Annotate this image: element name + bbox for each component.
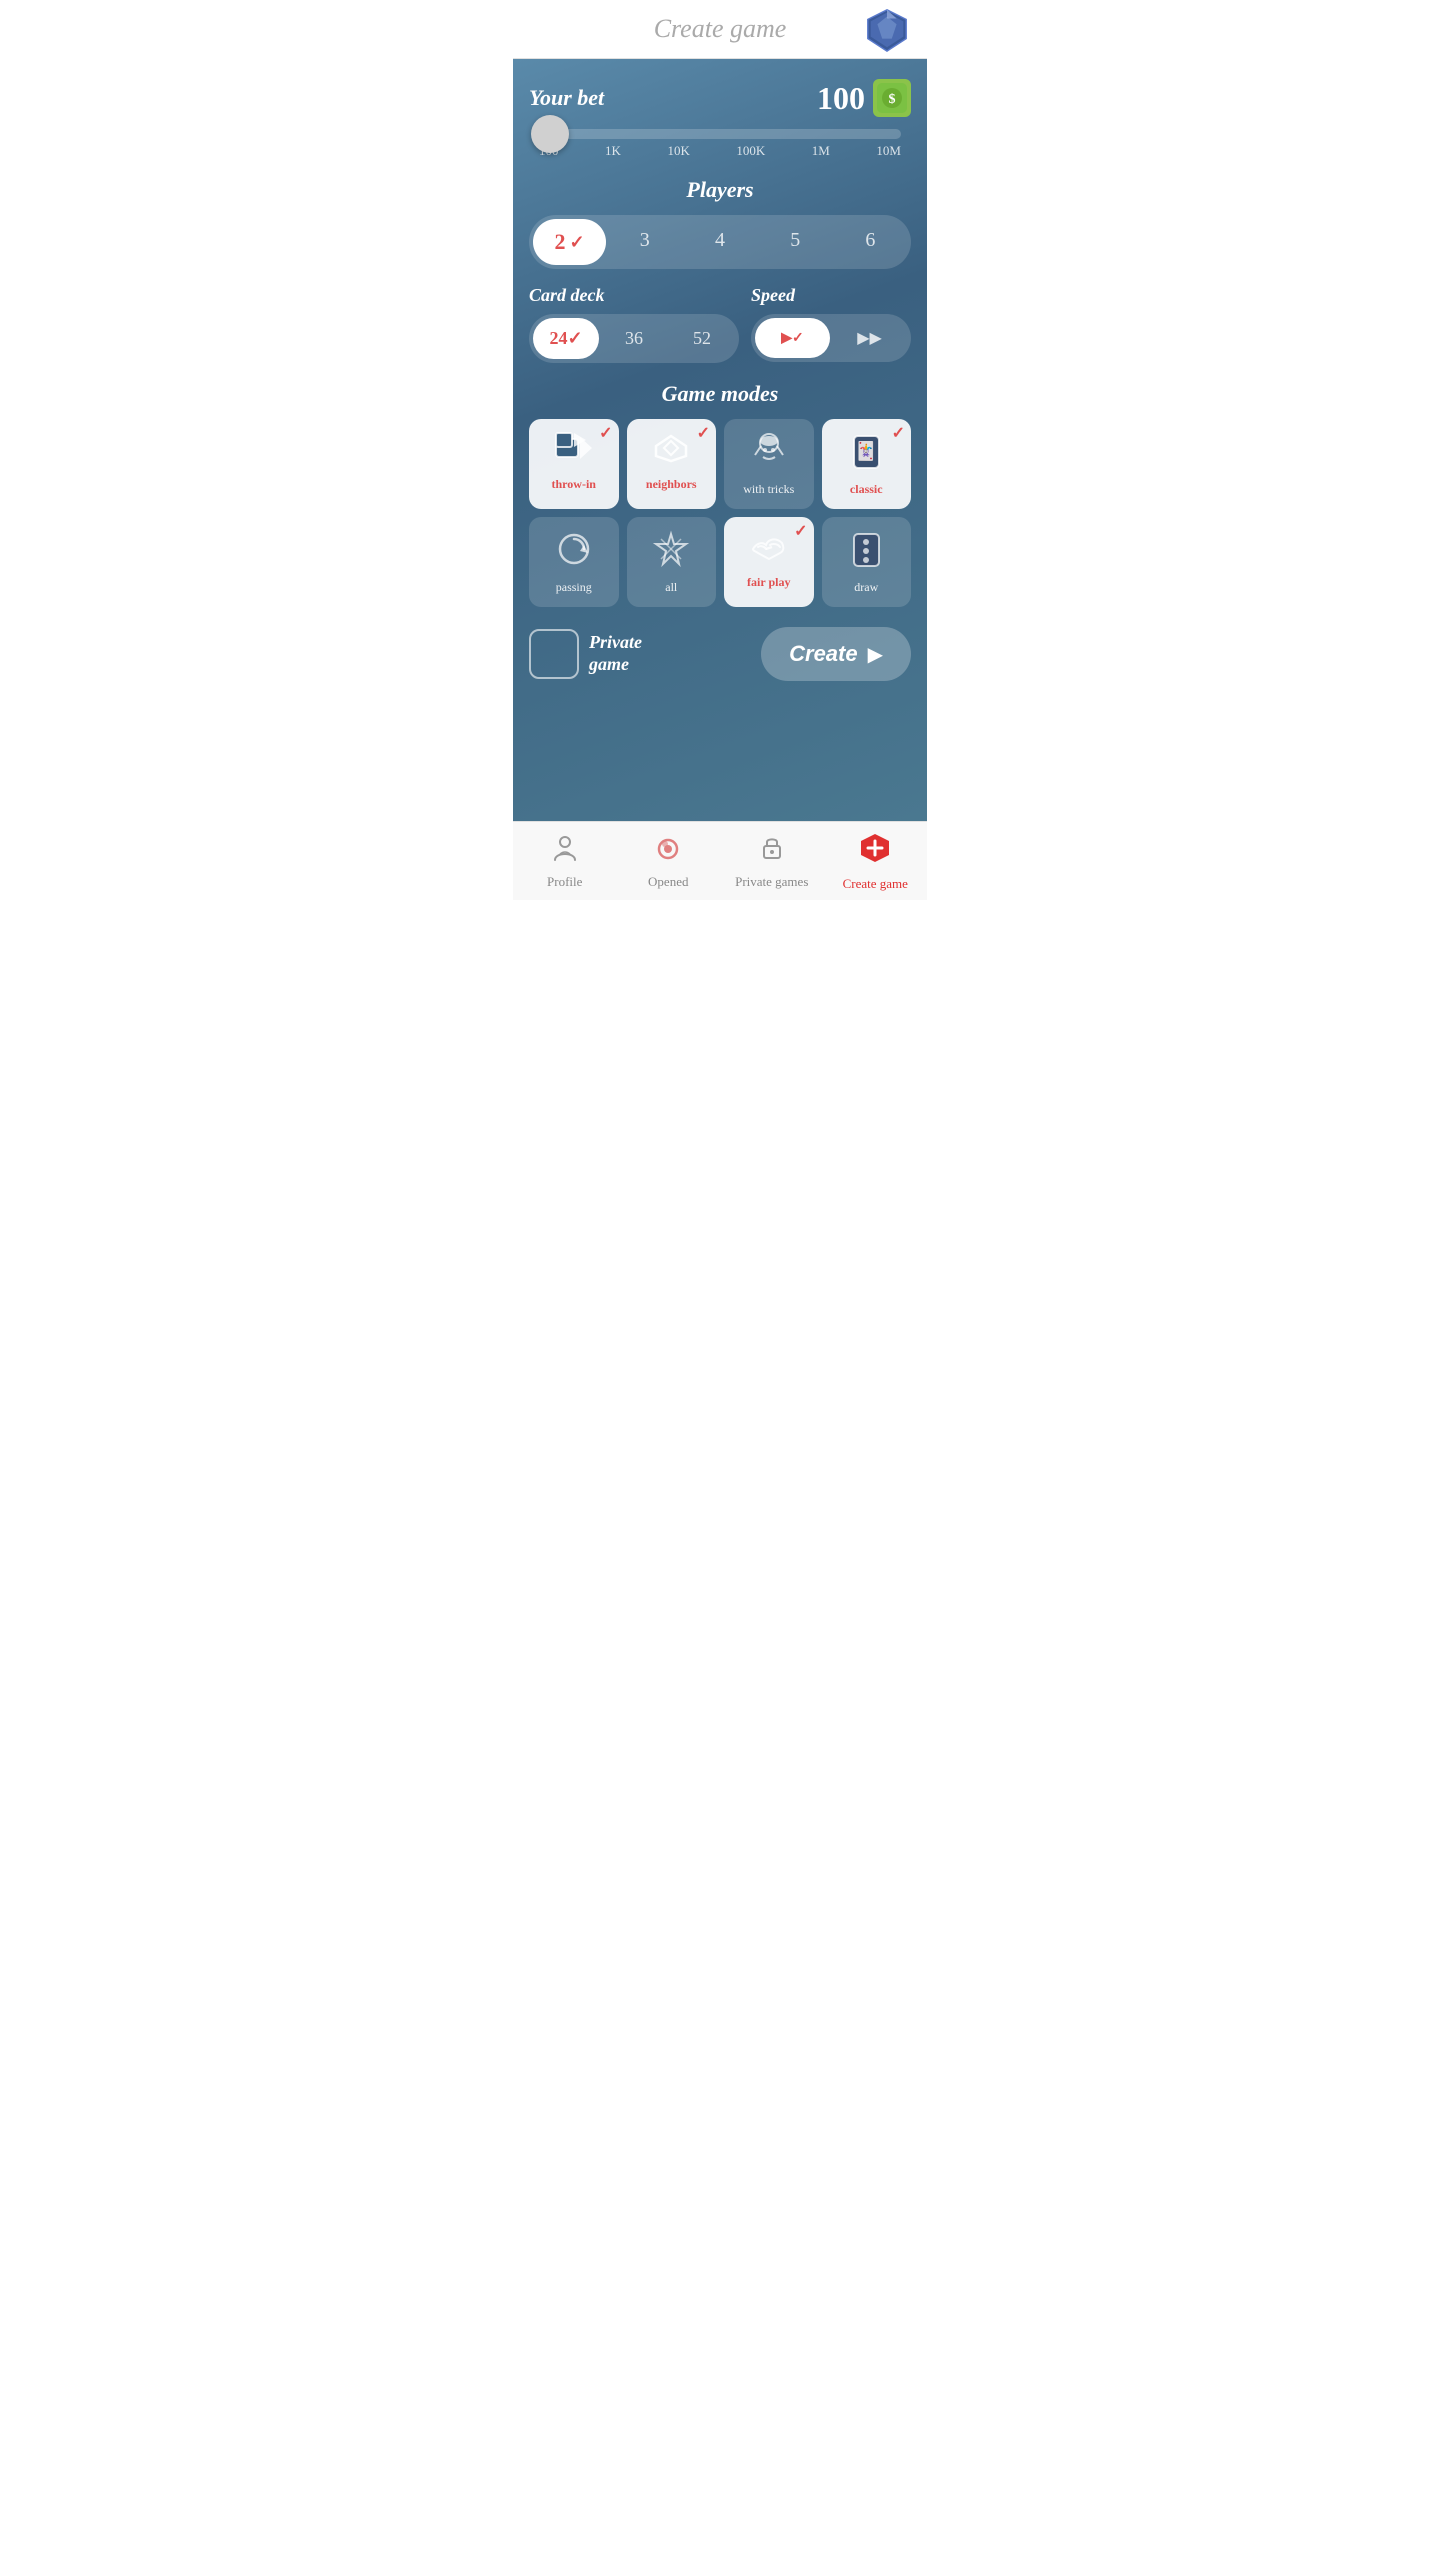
players-option-4[interactable]: 4 [683,219,756,265]
passing-label: passing [556,580,592,595]
mode-neighbors[interactable]: ✓ neighbors [627,419,717,509]
bet-coin-icon: $ [873,79,911,117]
bottom-nav: Profile Opened Private games [513,821,927,900]
players-option-3[interactable]: 3 [608,219,681,265]
mode-classic[interactable]: ✓ 🃏 classic [822,419,912,509]
main-content: Your bet 100 $ 100 1K 10K 100K 1M 10M [513,59,927,821]
speed-section: Speed ▶✓ ▶▶ [751,285,911,363]
classic-label: classic [850,482,883,497]
deck-section: Card deck 24✓ 36 52 [529,285,739,363]
mode-with-tricks[interactable]: with tricks [724,419,814,509]
app-header: Create game [513,0,927,59]
speed-option-normal[interactable]: ▶✓ [755,318,830,358]
check-throw-in: ✓ [599,423,612,443]
deck-title: Card deck [529,285,739,306]
deck-speed-section: Card deck 24✓ 36 52 Speed ▶✓ ▶▶ [529,285,911,363]
deck-option-36[interactable]: 36 [601,318,667,359]
players-option-5[interactable]: 5 [759,219,832,265]
mode-passing[interactable]: passing [529,517,619,607]
create-button-arrow: ▶ [868,642,883,667]
players-selector: 2 ✓ 3 4 5 6 [529,215,911,269]
private-game-section: Privategame [529,629,642,679]
bet-slider[interactable]: 100 1K 10K 100K 1M 10M [529,129,911,159]
throw-in-icon [554,431,594,471]
all-label: all [665,580,677,595]
speed-title: Speed [751,285,911,306]
slider-label-1k: 1K [605,143,621,159]
players-option-6[interactable]: 6 [834,219,907,265]
draw-label: draw [854,580,878,595]
check-neighbors: ✓ [697,423,710,443]
nav-opened[interactable]: Opened [617,832,721,892]
neighbors-icon [651,431,691,471]
create-button-label: Create [789,641,857,667]
neighbors-label: neighbors [646,477,697,492]
private-games-label: Private games [735,874,808,890]
private-games-icon [757,832,787,870]
speed-option-fast[interactable]: ▶▶ [832,318,907,358]
bet-value-row: 100 $ [817,79,911,117]
slider-labels: 100 1K 10K 100K 1M 10M [539,143,901,159]
gem-icon [863,5,911,53]
deck-option-24[interactable]: 24✓ [533,318,599,359]
nav-private-games[interactable]: Private games [720,832,824,892]
fair-play-label: fair play [747,575,790,590]
mode-fair-play[interactable]: ✓ fair play [724,517,814,607]
game-modes-grid: ✓ throw-in ✓ neighbors [529,419,911,607]
profile-label: Profile [547,874,582,890]
slider-label-100k: 100K [736,143,765,159]
header-title: Create game [654,14,787,44]
private-game-label: Privategame [589,632,642,675]
throw-in-label: throw-in [552,477,596,492]
create-button[interactable]: Create ▶ [761,627,911,681]
private-game-checkbox[interactable] [529,629,579,679]
players-title: Players [529,177,911,203]
profile-icon [550,832,580,870]
opened-label: Opened [648,874,688,890]
bet-label: Your bet [529,85,604,111]
tricks-icon [749,431,789,476]
players-option-2[interactable]: 2 ✓ [533,219,606,265]
slider-label-1m: 1M [812,143,830,159]
check-classic: ✓ [892,423,905,443]
fair-play-icon [748,529,790,569]
all-icon [651,529,691,574]
game-modes-title: Game modes [529,381,911,407]
classic-icon: 🃏 [849,431,884,476]
bottom-action-row: Privategame Create ▶ [529,627,911,681]
slider-label-10m: 10M [876,143,901,159]
passing-icon [554,529,594,574]
create-game-icon [859,832,891,872]
deck-selector: 24✓ 36 52 [529,314,739,363]
mode-all[interactable]: all [627,517,717,607]
bet-value: 100 [817,80,865,117]
opened-icon [653,832,683,870]
svg-text:$: $ [889,92,896,107]
speed-selector: ▶✓ ▶▶ [751,314,911,362]
nav-create-game[interactable]: Create game [824,832,928,892]
slider-track [539,129,901,139]
check-icon-2: ✓ [570,232,585,253]
mode-draw[interactable]: draw [822,517,912,607]
slider-label-10k: 10K [667,143,689,159]
draw-icon [849,529,884,574]
create-game-label: Create game [843,876,908,892]
check-fair-play: ✓ [794,521,807,541]
deck-option-52[interactable]: 52 [669,318,735,359]
slider-thumb[interactable] [531,115,569,153]
nav-profile[interactable]: Profile [513,832,617,892]
tricks-label: with tricks [743,482,794,497]
bet-section: Your bet 100 $ [529,79,911,117]
svg-text:🃏: 🃏 [855,440,877,462]
mode-throw-in[interactable]: ✓ throw-in [529,419,619,509]
